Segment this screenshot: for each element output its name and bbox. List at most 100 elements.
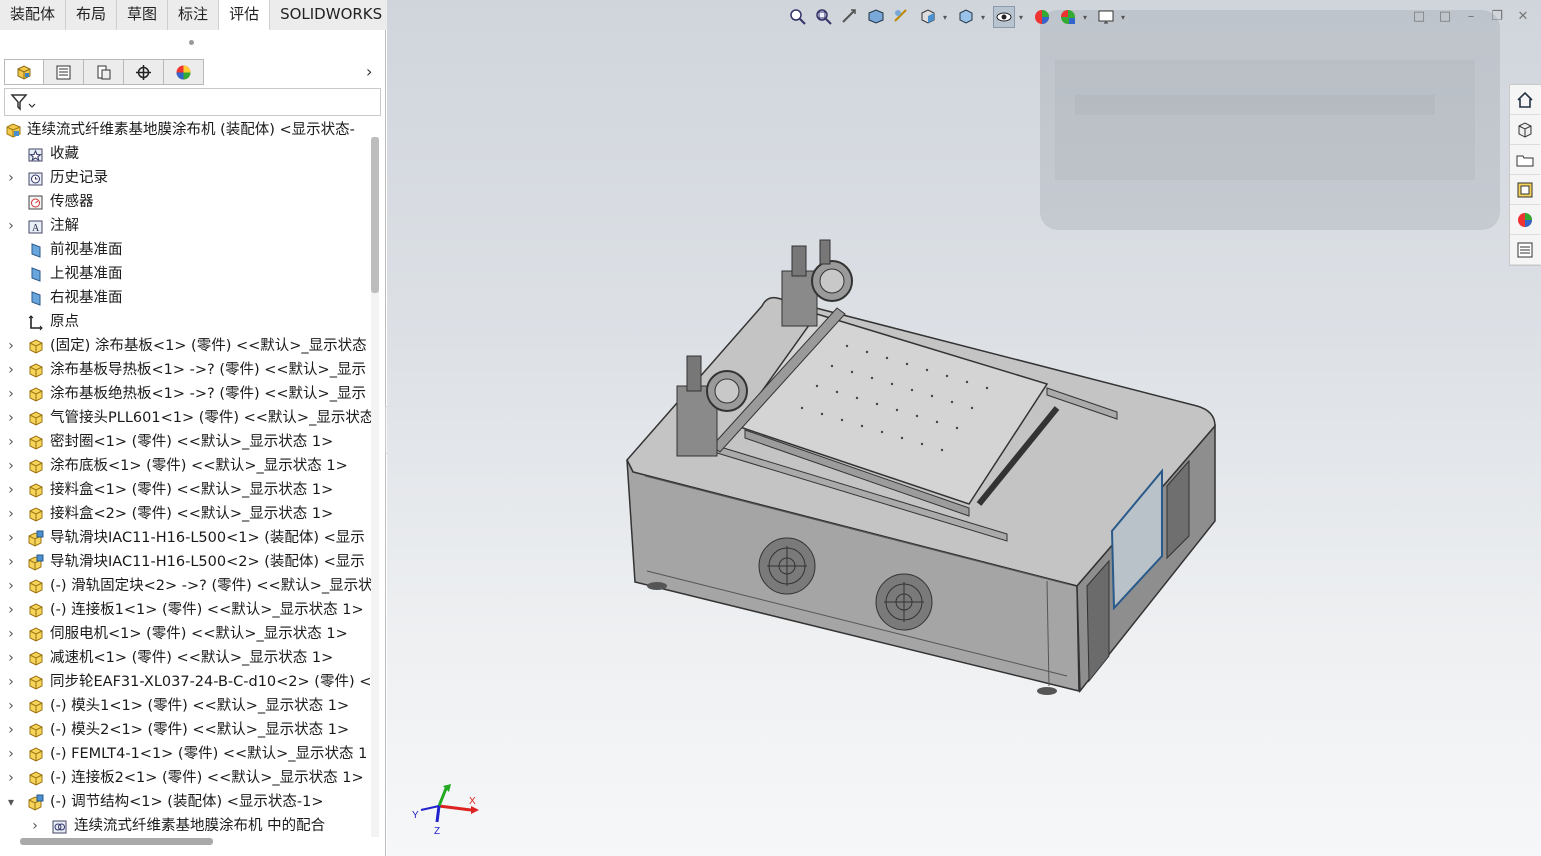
expand-arrow-icon[interactable]: › <box>6 670 16 694</box>
dropdown-arrow-icon[interactable]: ▾ <box>1019 13 1027 22</box>
tree-root[interactable]: 连续流式纤维素基地膜涂布机 (装配体) <显示状态- <box>0 118 370 142</box>
panel-grip[interactable] <box>189 40 194 45</box>
tree-item[interactable]: 前视基准面 <box>0 238 370 262</box>
section-view-button[interactable] <box>865 6 887 28</box>
apply-scene-button[interactable] <box>1057 6 1079 28</box>
dropdown-arrow-icon[interactable]: ▾ <box>943 13 951 22</box>
tree-item[interactable]: › 减速机<1> (零件) <<默认>_显示状态 1> <box>0 646 370 670</box>
expand-arrow-icon[interactable]: › <box>6 166 16 190</box>
manager-tab-3[interactable] <box>124 59 164 85</box>
expand-arrow-icon[interactable]: › <box>6 598 16 622</box>
part-icon <box>29 435 43 450</box>
expand-arrow-icon[interactable]: › <box>6 358 16 382</box>
dimxpert-icon <box>136 64 151 80</box>
restore-icon[interactable]: ❐ <box>1489 8 1505 24</box>
edit-appearance-button[interactable] <box>1031 6 1053 28</box>
tree-item[interactable]: 收藏 <box>0 142 370 166</box>
tree-item[interactable]: › 导轨滑块IAC11-H16-L500<2> (装配体) <显示 <box>0 550 370 574</box>
previous-view-button[interactable] <box>839 6 861 28</box>
tree-vertical-scroll-thumb[interactable] <box>371 137 379 293</box>
expand-arrow-icon[interactable]: › <box>6 454 16 478</box>
expand-arrow-icon[interactable]: › <box>6 622 16 646</box>
tree-item[interactable]: › (-) 连接板1<1> (零件) <<默认>_显示状态 1> <box>0 598 370 622</box>
view-palette-pane-button[interactable] <box>1510 175 1540 205</box>
tile-right-icon[interactable]: □ <box>1437 8 1453 24</box>
view-settings-button[interactable] <box>1095 6 1117 28</box>
expand-arrow-icon[interactable]: › <box>6 574 16 598</box>
tree-item[interactable]: › 导轨滑块IAC11-H16-L500<1> (装配体) <显示 <box>0 526 370 550</box>
expand-arrow-icon[interactable]: › <box>6 526 16 550</box>
expand-arrow-icon[interactable]: › <box>6 646 16 670</box>
chevron-right-icon[interactable]: › <box>366 62 372 81</box>
expand-arrow-icon[interactable]: › <box>6 694 16 718</box>
tab-2[interactable]: 草图 <box>117 0 169 30</box>
zoom-to-fit-button[interactable] <box>787 6 809 28</box>
design-library-pane-button[interactable] <box>1510 115 1540 145</box>
expand-arrow-icon[interactable]: › <box>6 382 16 406</box>
manager-tab-1[interactable] <box>44 59 84 85</box>
tree-item[interactable]: 传感器 <box>0 190 370 214</box>
zoom-to-area-button[interactable] <box>813 6 835 28</box>
expand-arrow-icon[interactable]: › <box>6 214 16 238</box>
manager-tab-0[interactable] <box>4 59 44 85</box>
tree-item[interactable]: › (-) 模头1<1> (零件) <<默认>_显示状态 1> <box>0 694 370 718</box>
expand-arrow-icon[interactable]: › <box>6 502 16 526</box>
tree-item[interactable]: › 历史记录 <box>0 166 370 190</box>
dropdown-arrow-icon[interactable]: ▾ <box>1121 13 1129 22</box>
tree-item[interactable]: › (-) 滑轨固定块<2> ->? (零件) <<默认>_显示状 <box>0 574 372 598</box>
dropdown-arrow-icon[interactable]: ▾ <box>1083 13 1091 22</box>
tree-item[interactable]: › 涂布基板导热板<1> ->? (零件) <<默认>_显示 <box>0 358 370 382</box>
home-pane-button[interactable] <box>1510 85 1540 115</box>
appearances-pane-button[interactable] <box>1510 205 1540 235</box>
tab-0[interactable]: 装配体 <box>0 0 67 30</box>
manager-tab-2[interactable] <box>84 59 124 85</box>
tree-item[interactable]: › (-) FEMLT4-1<1> (零件) <<默认>_显示状态 1 <box>0 742 370 766</box>
tree-item[interactable]: › (固定) 涂布基板<1> (零件) <<默认>_显示状态 <box>0 334 370 358</box>
expand-arrow-icon[interactable]: › <box>6 406 16 430</box>
tree-item[interactable]: 上视基准面 <box>0 262 370 286</box>
tab-4[interactable]: 评估 <box>219 0 271 30</box>
tree-item[interactable]: 原点 <box>0 310 370 334</box>
tab-3[interactable]: 标注 <box>168 0 220 30</box>
expand-arrow-icon[interactable]: › <box>30 814 40 838</box>
expand-arrow-icon[interactable]: › <box>6 334 16 358</box>
dynamic-annotation-button[interactable] <box>891 6 913 28</box>
tree-item[interactable]: › 密封圈<1> (零件) <<默认>_显示状态 1> <box>0 430 370 454</box>
custom-properties-pane-button[interactable] <box>1510 235 1540 265</box>
expand-arrow-icon[interactable]: › <box>6 718 16 742</box>
tree-item[interactable]: › A 注解 <box>0 214 370 238</box>
hide-show-items-button[interactable] <box>993 6 1015 28</box>
expand-arrow-icon[interactable]: › <box>6 478 16 502</box>
expand-arrow-icon[interactable]: › <box>6 430 16 454</box>
tree-filter-bar[interactable] <box>4 88 381 116</box>
minimize-icon[interactable]: – <box>1463 8 1479 24</box>
tree-item[interactable]: ▾ (-) 调节结构<1> (装配体) <显示状态-1> <box>0 790 370 814</box>
tree-item[interactable]: › 连续流式纤维素基地膜涂布机 中的配合 <box>0 814 370 838</box>
expand-arrow-icon[interactable]: › <box>6 742 16 766</box>
manager-tab-4[interactable] <box>164 59 204 85</box>
graphics-viewport[interactable]: ▾ ▾ ▾ ▾ ▾ □ □ – ❐ ✕ X Y Z <box>387 0 1541 856</box>
tile-left-icon[interactable]: □ <box>1411 8 1427 24</box>
dropdown-arrow-icon[interactable]: ▾ <box>981 13 989 22</box>
tree-item[interactable]: › (-) 模头2<1> (零件) <<默认>_显示状态 1> <box>0 718 370 742</box>
tab-1[interactable]: 布局 <box>66 0 118 30</box>
tree-item[interactable]: › 气管接头PLL601<1> (零件) <<默认>_显示状态 <box>0 406 374 430</box>
close-icon[interactable]: ✕ <box>1515 8 1531 24</box>
tree-item[interactable]: › 同步轮EAF31-XL037-24-B-C-d10<2> (零件) < <box>0 670 371 694</box>
tree-item[interactable]: › 接料盒<1> (零件) <<默认>_显示状态 1> <box>0 478 370 502</box>
tree-horizontal-scroll-thumb[interactable] <box>20 838 213 845</box>
tree-item[interactable]: › 涂布基板绝热板<1> ->? (零件) <<默认>_显示 <box>0 382 370 406</box>
tree-item[interactable]: 右视基准面 <box>0 286 370 310</box>
filter-icon[interactable] <box>10 93 36 111</box>
file-explorer-pane-button[interactable] <box>1510 145 1540 175</box>
tree-item[interactable]: › 涂布底板<1> (零件) <<默认>_显示状态 1> <box>0 454 370 478</box>
tree-item[interactable]: › (-) 连接板2<1> (零件) <<默认>_显示状态 1> <box>0 766 370 790</box>
tree-item[interactable]: › 伺服电机<1> (零件) <<默认>_显示状态 1> <box>0 622 370 646</box>
view-orientation-button[interactable] <box>917 6 939 28</box>
tree-item[interactable]: › 接料盒<2> (零件) <<默认>_显示状态 1> <box>0 502 370 526</box>
expand-arrow-icon[interactable]: › <box>6 550 16 574</box>
expand-arrow-icon[interactable]: › <box>6 766 16 790</box>
collapse-arrow-icon[interactable]: ▾ <box>6 790 16 814</box>
coating-machine-3d-model[interactable] <box>617 236 1457 706</box>
display-style-button[interactable] <box>955 6 977 28</box>
